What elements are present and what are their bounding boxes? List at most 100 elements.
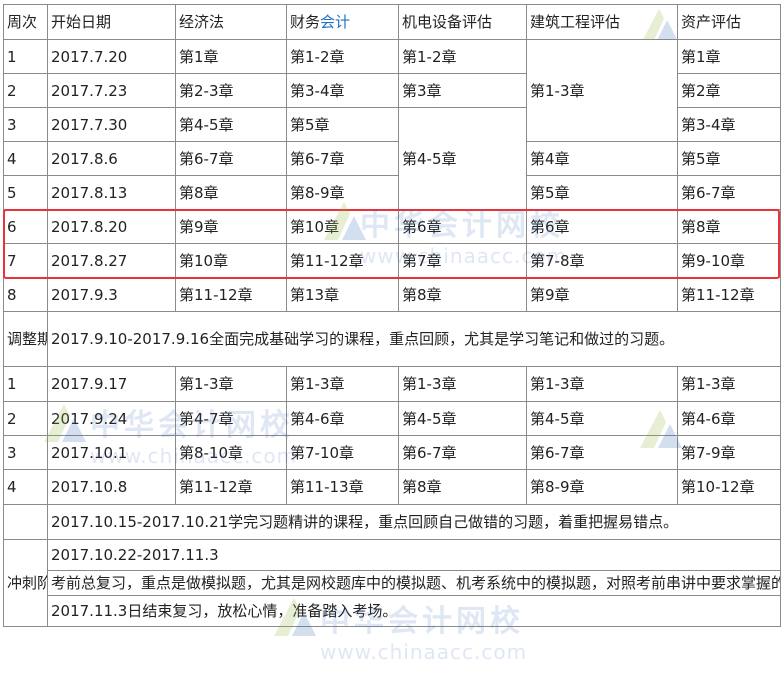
fin-cell: 第13章 — [286, 277, 399, 312]
build-cell: 第9章 — [526, 277, 678, 312]
table-row: 3 2017.10.1 第8-10章 第7-10章 第6-7章 第6-7章 第7… — [3, 435, 781, 470]
table-row: 1 2017.7.20 第1章 第1-2章 第1-2章 第1-3章 第1章 — [3, 39, 781, 142]
law-cell: 第10章 — [175, 243, 287, 278]
week-cell: 7 — [3, 243, 48, 278]
fin-cell: 第7-10章 — [286, 435, 399, 470]
law-cell: 第1章 — [175, 39, 287, 74]
build-cell: 第6章 — [526, 209, 678, 244]
week-cell: 3 — [3, 107, 48, 142]
header-mech-equipment: 机电设备评估 — [398, 4, 527, 40]
week-cell: 2 — [3, 401, 48, 436]
mech-cell: 第8章 — [398, 277, 527, 312]
sprint-row-dates: 冲刺阶段 2017.10.22-2017.11.3 — [3, 539, 781, 627]
date-cell: 2017.9.3 — [47, 277, 176, 312]
sprint-row-text: 考前总复习，重点是做模拟题，尤其是网校题库中的模拟题、机考系统中的模拟题，对照考… — [4, 570, 781, 596]
date-cell: 2017.8.27 — [47, 243, 176, 278]
date-cell: 2017.7.23 — [47, 73, 176, 108]
practice-text: 2017.10.15-2017.10.21学完习题精讲的课程，重点回顾自己做错的… — [47, 504, 781, 540]
week-cell: 5 — [3, 175, 48, 210]
date-cell: 2017.10.8 — [47, 469, 176, 505]
fin-cell: 第10章 — [286, 209, 399, 244]
week-cell: 2 — [3, 73, 48, 108]
mech-cell: 第6-7章 — [398, 435, 527, 470]
fin-cell: 第3-4章 — [286, 73, 399, 108]
fin-cell: 第8-9章 — [286, 175, 399, 210]
asset-cell: 第4-6章 — [677, 401, 781, 436]
build-cell: 第4章 — [526, 141, 678, 176]
header-fin-accent-link[interactable]: 会计 — [320, 13, 350, 31]
adjust-label: 调整期 — [3, 311, 48, 367]
table-row: 2 2017.9.24 第4-7章 第4-6章 第4-5章 第4-5章 第4-6… — [3, 401, 781, 436]
mech-merged-cell: 第4-5章 — [398, 107, 527, 210]
law-cell: 第8章 — [175, 175, 287, 210]
law-cell: 第11-12章 — [175, 277, 287, 312]
law-cell: 第1-3章 — [175, 366, 287, 402]
asset-cell: 第7-9章 — [677, 435, 781, 470]
header-financial-accounting: 财务会计 — [286, 4, 399, 40]
asset-cell: 第11-12章 — [677, 277, 781, 312]
fin-cell: 第6-7章 — [286, 141, 399, 176]
sprint-label: 冲刺阶段 — [3, 539, 48, 627]
date-cell: 2017.10.1 — [47, 435, 176, 470]
build-merged-cell: 第1-3章 — [526, 39, 678, 142]
mech-cell: 第1-2章 — [398, 39, 527, 74]
fin-cell: 第5章 — [286, 107, 399, 142]
mech-cell: 第4-5章 — [398, 401, 527, 436]
date-cell: 2017.8.13 — [47, 175, 176, 210]
week-cell: 1 — [3, 366, 48, 402]
table-row: 4 2017.8.6 第6-7章 第6-7章 第4章 第5章 — [3, 141, 781, 176]
asset-cell: 第6-7章 — [677, 175, 781, 210]
study-schedule-table: 周次 开始日期 经济法 财务会计 机电设备评估 建筑工程评估 资产评估 1 20… — [3, 4, 781, 627]
table-row: 5 2017.8.13 第8章 第8-9章 第5章 第6-7章 — [3, 175, 781, 210]
asset-cell: 第1-3章 — [677, 366, 781, 402]
date-cell: 2017.7.30 — [47, 107, 176, 142]
build-cell: 第6-7章 — [526, 435, 678, 470]
build-cell: 第5章 — [526, 175, 678, 210]
law-cell: 第2-3章 — [175, 73, 287, 108]
sprint-dates: 2017.10.22-2017.11.3 — [47, 539, 781, 571]
date-cell: 2017.8.20 — [47, 209, 176, 244]
law-cell: 第6-7章 — [175, 141, 287, 176]
law-cell: 第8-10章 — [175, 435, 287, 470]
table-row: 1 2017.9.17 第1-3章 第1-3章 第1-3章 第1-3章 第1-3… — [3, 366, 781, 402]
practice-label-empty — [3, 504, 48, 540]
practice-row: 2017.10.15-2017.10.21学完习题精讲的课程，重点回顾自己做错的… — [3, 504, 781, 540]
date-cell: 2017.9.24 — [47, 401, 176, 436]
mech-cell: 第3章 — [398, 73, 527, 108]
law-cell: 第4-7章 — [175, 401, 287, 436]
header-construction: 建筑工程评估 — [526, 4, 678, 40]
asset-cell: 第10-12章 — [677, 469, 781, 505]
sprint-text: 考前总复习，重点是做模拟题，尤其是网校题库中的模拟题、机考系统中的模拟题，对照考… — [47, 570, 781, 596]
build-cell: 第4-5章 — [526, 401, 678, 436]
law-cell: 第9章 — [175, 209, 287, 244]
fin-cell: 第1-3章 — [286, 366, 399, 402]
table-row: 4 2017.10.8 第11-12章 第11-13章 第8章 第8-9章 第1… — [3, 469, 781, 505]
date-cell: 2017.8.6 — [47, 141, 176, 176]
week-cell: 8 — [3, 277, 48, 312]
table-row: 6 2017.8.20 第9章 第10章 第6章 第6章 第8章 — [3, 209, 781, 244]
law-cell: 第4-5章 — [175, 107, 287, 142]
mech-cell: 第6章 — [398, 209, 527, 244]
fin-cell: 第11-12章 — [286, 243, 399, 278]
asset-cell: 第8章 — [677, 209, 781, 244]
build-cell: 第8-9章 — [526, 469, 678, 505]
date-cell: 2017.9.17 — [47, 366, 176, 402]
header-asset-eval: 资产评估 — [677, 4, 781, 40]
adjust-row: 调整期 2017.9.10-2017.9.16全面完成基础学习的课程，重点回顾，… — [3, 311, 781, 367]
asset-cell: 第3-4章 — [677, 107, 781, 142]
week-cell: 4 — [3, 469, 48, 505]
fin-cell: 第11-13章 — [286, 469, 399, 505]
mech-cell: 第8章 — [398, 469, 527, 505]
header-economic-law: 经济法 — [175, 4, 287, 40]
adjust-text: 2017.9.10-2017.9.16全面完成基础学习的课程，重点回顾，尤其是学… — [47, 311, 781, 367]
week-cell: 3 — [3, 435, 48, 470]
week-cell: 4 — [3, 141, 48, 176]
asset-cell: 第1章 — [677, 39, 781, 74]
fin-cell: 第1-2章 — [286, 39, 399, 74]
header-week: 周次 — [3, 4, 48, 40]
build-cell: 第1-3章 — [526, 366, 678, 402]
fin-cell: 第4-6章 — [286, 401, 399, 436]
table-row: 8 2017.9.3 第11-12章 第13章 第8章 第9章 第11-12章 — [3, 277, 781, 312]
sprint-row-end: 2017.11.3日结束复习，放松心情，准备踏入考场。 — [4, 595, 781, 627]
sprint-end: 2017.11.3日结束复习，放松心情，准备踏入考场。 — [47, 595, 781, 627]
